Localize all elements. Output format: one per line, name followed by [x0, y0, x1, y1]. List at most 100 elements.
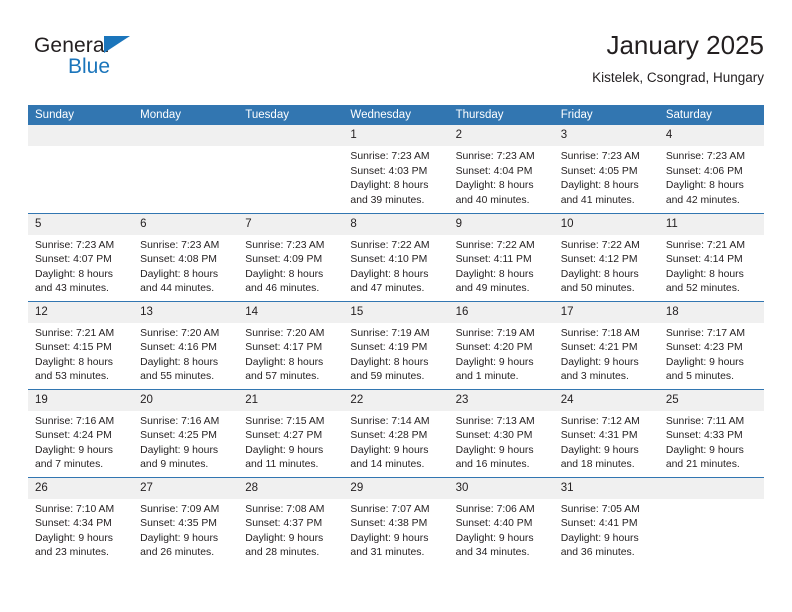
- sunrise-text: Sunrise: 7:18 AM: [560, 327, 640, 339]
- calendar-day-cell[interactable]: 29 Sunrise: 7:07 AM Sunset: 4:38 PM Dayligh…: [343, 476, 449, 565]
- daylight-text: Daylight: 8 hours: [35, 268, 113, 280]
- daylight-text: Daylight: 9 hours: [350, 444, 429, 456]
- weekday-header-monday: Monday: [133, 105, 239, 125]
- calendar-day-cell[interactable]: 19 Sunrise: 7:16 AM Sunset: 4:24 PM Dayligh…: [28, 388, 134, 477]
- calendar-day-cell[interactable]: 5 Sunrise: 7:23 AM Sunset: 4:07 PM Daylight…: [28, 212, 134, 301]
- calendar-cell-empty: [658, 476, 764, 565]
- sunset-text: Sunset: 4:15 PM: [35, 342, 112, 354]
- day-number: 31: [553, 477, 659, 499]
- sunrise-text: Sunrise: 7:23 AM: [455, 151, 535, 162]
- daylight-text: and 1 minute.: [455, 371, 519, 383]
- daylight-text: and 7 minutes.: [35, 459, 104, 471]
- day-details: Sunrise: 7:20 AM Sunset: 4:16 PM Daylight:…: [133, 323, 238, 385]
- sunrise-text: Sunrise: 7:20 AM: [245, 327, 325, 339]
- calendar-cell-empty: [238, 125, 344, 213]
- calendar-day-cell[interactable]: 16 Sunrise: 7:19 AM Sunset: 4:20 PM Dayligh…: [448, 300, 554, 389]
- sunset-text: Sunset: 4:16 PM: [140, 342, 217, 354]
- daylight-text: and 53 minutes.: [35, 371, 109, 383]
- calendar-day-cell[interactable]: 31 Sunrise: 7:05 AM Sunset: 4:41 PM Dayligh…: [553, 476, 659, 565]
- calendar-day-cell[interactable]: 22 Sunrise: 7:14 AM Sunset: 4:28 PM Dayligh…: [343, 388, 449, 477]
- day-details: Sunrise: 7:19 AM Sunset: 4:19 PM Daylight:…: [343, 323, 448, 385]
- daylight-text: Daylight: 9 hours: [665, 444, 744, 456]
- sunset-text: Sunset: 4:09 PM: [245, 254, 323, 266]
- daylight-text: Daylight: 8 hours: [665, 268, 744, 280]
- calendar-day-cell[interactable]: 2 Sunrise: 7:23 AM Sunset: 4:04 PM Daylight…: [448, 125, 554, 213]
- weekday-header-wednesday: Wednesday: [343, 105, 449, 125]
- calendar-day-cell[interactable]: 15 Sunrise: 7:19 AM Sunset: 4:19 PM Dayligh…: [343, 300, 449, 389]
- calendar-day-cell[interactable]: 10 Sunrise: 7:22 AM Sunset: 4:12 PM Dayligh…: [553, 212, 659, 301]
- daylight-text: Daylight: 9 hours: [35, 532, 113, 544]
- calendar-day-cell[interactable]: 12 Sunrise: 7:21 AM Sunset: 4:15 PM Dayligh…: [28, 300, 134, 389]
- sunrise-text: Sunrise: 7:23 AM: [245, 239, 325, 251]
- daylight-text: and 9 minutes.: [140, 459, 209, 471]
- calendar-day-cell[interactable]: 8 Sunrise: 7:22 AM Sunset: 4:10 PM Daylight…: [343, 212, 449, 301]
- calendar-day-cell[interactable]: 24 Sunrise: 7:12 AM Sunset: 4:31 PM Dayligh…: [553, 388, 659, 477]
- daylight-text: and 55 minutes.: [140, 371, 215, 383]
- sunset-text: Sunset: 4:07 PM: [35, 254, 112, 266]
- weekday-header-row: Sunday Monday Tuesday Wednesday Thursday…: [28, 105, 764, 125]
- daylight-text: Daylight: 9 hours: [560, 444, 639, 456]
- calendar-day-cell[interactable]: 6 Sunrise: 7:23 AM Sunset: 4:08 PM Daylight…: [133, 212, 239, 301]
- weekday-header-sunday: Sunday: [28, 105, 134, 125]
- calendar-day-cell[interactable]: 17 Sunrise: 7:18 AM Sunset: 4:21 PM Dayligh…: [553, 300, 659, 389]
- day-number: 11: [658, 213, 764, 235]
- calendar-day-cell[interactable]: 1 Sunrise: 7:23 AM Sunset: 4:03 PM Daylight…: [343, 125, 449, 213]
- sunrise-text: Sunrise: 7:22 AM: [560, 239, 640, 251]
- daylight-text: and 57 minutes.: [245, 371, 320, 383]
- calendar-day-cell[interactable]: 30 Sunrise: 7:06 AM Sunset: 4:40 PM Dayligh…: [448, 476, 554, 565]
- sunset-text: Sunset: 4:21 PM: [560, 342, 638, 354]
- day-number: 2: [448, 125, 554, 146]
- day-details: Sunrise: 7:19 AM Sunset: 4:20 PM Daylight:…: [449, 323, 554, 385]
- calendar-day-cell[interactable]: 7 Sunrise: 7:23 AM Sunset: 4:09 PM Daylight…: [238, 212, 344, 301]
- day-details: Sunrise: 7:11 AM Sunset: 4:33 PM Daylight:…: [659, 411, 764, 473]
- calendar-day-cell[interactable]: 9 Sunrise: 7:22 AM Sunset: 4:11 PM Daylight…: [448, 212, 554, 301]
- calendar-day-cell[interactable]: 25 Sunrise: 7:11 AM Sunset: 4:33 PM Dayligh…: [658, 388, 764, 477]
- calendar-day-cell[interactable]: 14 Sunrise: 7:20 AM Sunset: 4:17 PM Dayligh…: [238, 300, 344, 389]
- calendar-day-cell[interactable]: 20 Sunrise: 7:16 AM Sunset: 4:25 PM Dayligh…: [133, 388, 239, 477]
- title-block: January 2025 Kistelek, Csongrad, Hungary: [592, 28, 764, 88]
- sunrise-text: Sunrise: 7:23 AM: [350, 151, 430, 162]
- sunset-text: Sunset: 4:28 PM: [350, 430, 428, 442]
- calendar-day-cell[interactable]: 13 Sunrise: 7:20 AM Sunset: 4:16 PM Dayligh…: [133, 300, 239, 389]
- daylight-text: Daylight: 8 hours: [140, 356, 219, 368]
- calendar-day-cell[interactable]: 26 Sunrise: 7:10 AM Sunset: 4:34 PM Dayligh…: [28, 476, 134, 565]
- brand-logo[interactable]: General Blue: [34, 34, 234, 90]
- day-number: 9: [448, 213, 554, 235]
- day-number: 23: [448, 389, 554, 411]
- sunset-text: Sunset: 4:37 PM: [245, 518, 323, 530]
- day-number: 15: [343, 301, 449, 323]
- sunrise-text: Sunrise: 7:06 AM: [455, 503, 535, 515]
- calendar-day-cell[interactable]: 4 Sunrise: 7:23 AM Sunset: 4:06 PM Daylight…: [658, 125, 764, 213]
- day-number: 27: [133, 477, 239, 499]
- day-details: Sunrise: 7:07 AM Sunset: 4:38 PM Daylight:…: [343, 499, 448, 561]
- calendar-day-cell[interactable]: 27 Sunrise: 7:09 AM Sunset: 4:35 PM Dayligh…: [133, 476, 239, 565]
- daylight-text: and 18 minutes.: [560, 459, 635, 471]
- daylight-text: Daylight: 9 hours: [455, 444, 534, 456]
- day-number: [28, 125, 134, 146]
- calendar-day-cell[interactable]: 11 Sunrise: 7:21 AM Sunset: 4:14 PM Dayligh…: [658, 212, 764, 301]
- day-number: 13: [133, 301, 239, 323]
- calendar-day-cell[interactable]: 23 Sunrise: 7:13 AM Sunset: 4:30 PM Dayligh…: [448, 388, 554, 477]
- day-number: 12: [28, 301, 134, 323]
- day-number: 18: [658, 301, 764, 323]
- daylight-text: Daylight: 8 hours: [455, 180, 534, 192]
- day-number: 7: [238, 213, 344, 235]
- sunset-text: Sunset: 4:03 PM: [350, 165, 428, 177]
- calendar-day-cell[interactable]: 3 Sunrise: 7:23 AM Sunset: 4:05 PM Daylight…: [553, 125, 659, 213]
- calendar-day-cell[interactable]: 21 Sunrise: 7:15 AM Sunset: 4:27 PM Dayligh…: [238, 388, 344, 477]
- location-subtitle: Kistelek, Csongrad, Hungary: [592, 70, 764, 85]
- daylight-text: Daylight: 9 hours: [455, 356, 534, 368]
- daylight-text: Daylight: 8 hours: [350, 268, 429, 280]
- day-details: Sunrise: 7:23 AM Sunset: 4:05 PM Daylight:…: [554, 146, 659, 208]
- day-number: 14: [238, 301, 344, 323]
- daylight-text: Daylight: 9 hours: [560, 532, 639, 544]
- day-details: Sunrise: 7:18 AM Sunset: 4:21 PM Daylight:…: [554, 323, 659, 385]
- sunrise-text: Sunrise: 7:09 AM: [140, 503, 220, 515]
- daylight-text: Daylight: 8 hours: [455, 268, 534, 280]
- calendar-day-cell[interactable]: 18 Sunrise: 7:17 AM Sunset: 4:23 PM Dayligh…: [658, 300, 764, 389]
- day-number: 6: [133, 213, 239, 235]
- calendar-day-cell[interactable]: 28 Sunrise: 7:08 AM Sunset: 4:37 PM Dayligh…: [238, 476, 344, 565]
- sunset-text: Sunset: 4:25 PM: [140, 430, 217, 442]
- sunrise-text: Sunrise: 7:16 AM: [140, 415, 220, 427]
- day-details: Sunrise: 7:16 AM Sunset: 4:25 PM Daylight:…: [133, 411, 238, 473]
